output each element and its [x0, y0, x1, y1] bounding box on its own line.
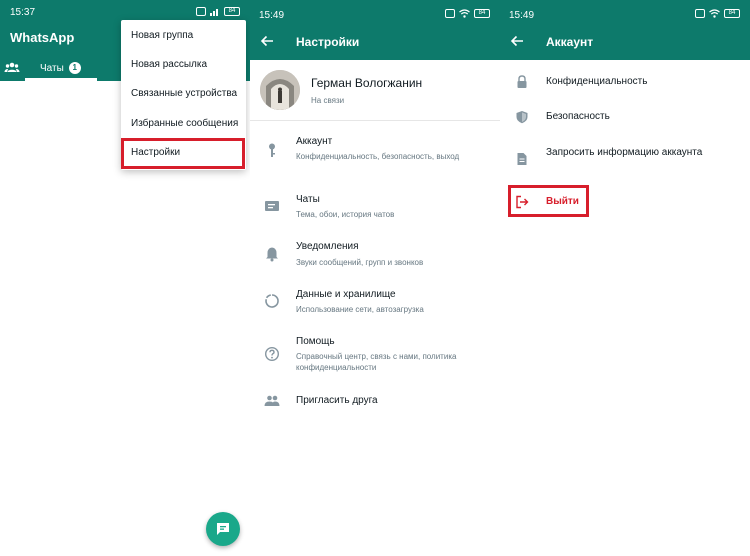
- highlight-logout: [508, 185, 589, 217]
- status-icons: 84: [196, 7, 240, 16]
- data-usage-icon: [265, 294, 279, 308]
- status-bar: 15:37 84: [0, 0, 250, 22]
- settings-item-title: Данные и хранилище: [296, 289, 396, 300]
- community-icon[interactable]: [4, 60, 20, 76]
- profile-name[interactable]: Герман Вологжанин: [311, 76, 422, 90]
- account-item-title: Запросить информацию аккаунта: [546, 147, 703, 158]
- menu-item-linked-devices[interactable]: Связанные устройства: [121, 80, 246, 108]
- menu-item-new-group[interactable]: Новая группа: [121, 22, 246, 50]
- battery-icon: 84: [474, 9, 490, 18]
- whatsapp-chats-screen: 15:37 84 WhatsApp Чаты 1 Новая группа Но…: [0, 0, 250, 556]
- menu-item-new-broadcast[interactable]: Новая рассылка: [121, 51, 246, 79]
- people-icon: [264, 395, 280, 406]
- back-arrow-icon[interactable]: [510, 34, 524, 48]
- account-header: 15:49 84 Аккаунт: [500, 0, 750, 60]
- tab-chats-label: Чаты: [40, 62, 64, 74]
- shield-icon: [516, 111, 528, 124]
- account-screen: 15:49 84 Аккаунт Конфиденциальность Безо…: [500, 0, 750, 556]
- settings-screen: 15:49 84 Настройки Герман Вологжанин На …: [250, 0, 500, 556]
- divider: [250, 120, 500, 121]
- status-bar: 15:49 84: [250, 0, 500, 22]
- settings-item-subtitle: Справочный центр, связь с нами, политика…: [296, 352, 457, 372]
- account-item-title: Конфиденциальность: [546, 76, 648, 87]
- status-time: 15:49: [509, 10, 535, 21]
- key-icon: [269, 143, 275, 157]
- profile-photo: [260, 70, 300, 110]
- tab-chats[interactable]: Чаты 1: [40, 62, 81, 74]
- help-icon: [264, 346, 280, 362]
- account-item-title: Безопасность: [546, 111, 610, 122]
- highlight-settings: [121, 138, 245, 169]
- battery-icon: 84: [724, 9, 740, 18]
- settings-item-title: Уведомления: [296, 241, 359, 252]
- settings-item-subtitle: Конфиденциальность, безопасность, выход: [296, 152, 460, 161]
- battery-icon: 84: [224, 7, 240, 16]
- settings-header: 15:49 84 Настройки: [250, 0, 500, 60]
- page-title: Настройки: [296, 35, 360, 49]
- back-arrow-icon[interactable]: [260, 34, 274, 48]
- settings-item-subtitle: Использование сети, автозагрузка: [296, 305, 424, 314]
- new-chat-button[interactable]: [206, 512, 240, 546]
- status-icons: 84: [695, 9, 740, 18]
- unread-badge: 1: [68, 62, 81, 74]
- status-icons: 84: [445, 9, 490, 18]
- settings-item-title: Чаты: [296, 194, 320, 205]
- tab-indicator: [25, 78, 97, 81]
- chat-icon: [265, 201, 279, 211]
- document-icon: [517, 153, 527, 165]
- wifi-icon: [459, 9, 470, 18]
- settings-item-subtitle: Тема, обои, история чатов: [296, 210, 395, 219]
- settings-item-subtitle: Звуки сообщений, групп и звонков: [296, 258, 424, 267]
- signal-icon: [210, 9, 218, 16]
- app-title: WhatsApp: [10, 30, 75, 45]
- status-time: 15:37: [10, 7, 36, 18]
- page-title: Аккаунт: [546, 35, 594, 49]
- lock-icon: [517, 75, 527, 88]
- status-bar: 15:49 84: [500, 0, 750, 22]
- sim-icon: [445, 9, 455, 18]
- profile-status: На связи: [311, 96, 345, 105]
- status-time: 15:49: [259, 10, 285, 21]
- menu-item-starred-messages[interactable]: Избранные сообщения: [121, 110, 246, 138]
- settings-item-title: Пригласить друга: [296, 395, 378, 406]
- wifi-icon: [709, 9, 720, 18]
- avatar[interactable]: [260, 70, 300, 110]
- settings-item-title: Аккаунт: [296, 136, 333, 147]
- sim-icon: [695, 9, 705, 18]
- new-chat-icon: [217, 523, 229, 535]
- settings-item-title: Помощь: [296, 336, 335, 347]
- bell-icon: [266, 247, 278, 262]
- sim-icon: [196, 7, 206, 16]
